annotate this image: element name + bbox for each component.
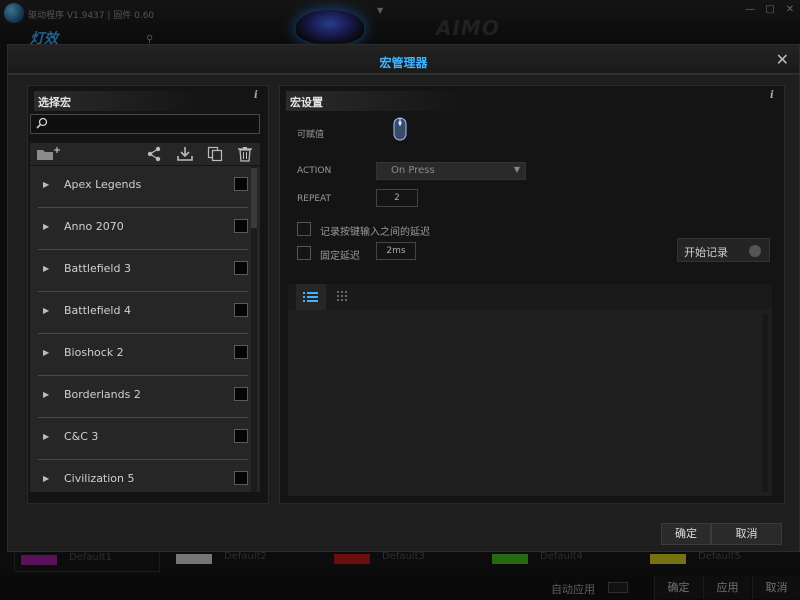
- macro-checkbox[interactable]: [234, 345, 248, 359]
- info-icon[interactable]: i: [254, 90, 258, 101]
- expand-arrow-icon[interactable]: ▶: [43, 180, 49, 189]
- chevron-down-icon: ▼: [513, 165, 520, 174]
- grid-view-tab[interactable]: [328, 284, 358, 310]
- macro-name: Civilization 5: [64, 472, 135, 485]
- macro-steps-area[interactable]: [288, 310, 772, 496]
- macro-checkbox[interactable]: [234, 261, 248, 275]
- list-view-icon: [303, 292, 318, 302]
- dialog-cancel-button[interactable]: 取消: [711, 523, 782, 545]
- macro-select-title: 选择宏: [34, 91, 204, 111]
- start-record-button[interactable]: 开始记录: [677, 238, 770, 262]
- macro-settings-title: 宏设置: [286, 91, 466, 111]
- macro-select-panel: 选择宏 i ▶ Apex Legends ▶ Anno 2070 ▶ Battl…: [27, 85, 269, 504]
- macro-list-toolbar: [30, 143, 260, 165]
- dialog-header: 宏管理器 ✕: [8, 45, 799, 75]
- macro-name: Battlefield 4: [64, 304, 131, 317]
- fixed-delay-label: 固定延迟: [320, 251, 360, 262]
- start-record-label: 开始记录: [684, 246, 728, 259]
- expand-arrow-icon[interactable]: ▶: [43, 348, 49, 357]
- macro-name: Battlefield 3: [64, 262, 131, 275]
- macro-checkbox[interactable]: [234, 303, 248, 317]
- info-icon[interactable]: i: [770, 90, 774, 101]
- macro-list-item[interactable]: ▶ Civilization 5: [38, 460, 248, 492]
- fixed-delay-input[interactable]: 2ms: [376, 242, 416, 260]
- editor-scrollbar[interactable]: [762, 314, 768, 492]
- list-view-tab[interactable]: [296, 284, 326, 310]
- action-select[interactable]: On Press ▼: [376, 162, 526, 180]
- macro-settings-panel: 宏设置 i 可赋值 ACTION On Press ▼ REPEAT 2 记录按…: [279, 85, 785, 504]
- macro-list-item[interactable]: ▶ Borderlands 2: [38, 376, 248, 418]
- action-label: ACTION: [297, 166, 332, 176]
- expand-arrow-icon[interactable]: ▶: [43, 432, 49, 441]
- trash-icon[interactable]: [237, 146, 253, 162]
- macro-checkbox[interactable]: [234, 387, 248, 401]
- expand-arrow-icon[interactable]: ▶: [43, 222, 49, 231]
- download-icon[interactable]: [177, 146, 193, 162]
- macro-search-input[interactable]: [30, 114, 260, 134]
- macro-checkbox[interactable]: [234, 219, 248, 233]
- macro-checkbox[interactable]: [234, 429, 248, 443]
- macro-editor: [288, 284, 772, 496]
- dialog-ok-button[interactable]: 确定: [661, 523, 711, 545]
- macro-list-item[interactable]: ▶ Battlefield 3: [38, 250, 248, 292]
- macro-name: Anno 2070: [64, 220, 124, 233]
- editor-view-tabs: [288, 284, 772, 310]
- macro-name: Borderlands 2: [64, 388, 141, 401]
- macro-checkbox[interactable]: [234, 471, 248, 485]
- assign-label: 可赋值: [297, 130, 325, 140]
- scroll-thumb[interactable]: [251, 168, 257, 228]
- repeat-label: REPEAT: [297, 194, 332, 204]
- macro-list-scrollbar[interactable]: [251, 166, 257, 492]
- macro-list: ▶ Apex Legends ▶ Anno 2070 ▶ Battlefield…: [30, 166, 260, 492]
- grid-view-icon: [337, 291, 347, 301]
- repeat-input[interactable]: 2: [376, 189, 418, 207]
- macro-list-item[interactable]: ▶ Anno 2070: [38, 208, 248, 250]
- macro-list-item[interactable]: ▶ Battlefield 4: [38, 292, 248, 334]
- macro-name: Bioshock 2: [64, 346, 124, 359]
- expand-arrow-icon[interactable]: ▶: [43, 306, 49, 315]
- copy-icon[interactable]: [207, 146, 223, 162]
- macro-list-item[interactable]: ▶ C&C 3: [38, 418, 248, 460]
- dialog-close-button[interactable]: ✕: [776, 50, 789, 69]
- fixed-delay-checkbox[interactable]: [297, 246, 311, 260]
- record-delay-checkbox[interactable]: [297, 222, 311, 236]
- action-value: On Press: [391, 165, 435, 176]
- expand-arrow-icon[interactable]: ▶: [43, 264, 49, 273]
- macro-name: Apex Legends: [64, 178, 142, 191]
- macro-name: C&C 3: [64, 430, 99, 443]
- record-delay-label: 记录按键输入之间的延迟: [320, 227, 430, 238]
- record-dot-icon: [749, 245, 761, 257]
- macro-manager-dialog: 宏管理器 ✕ 选择宏 i ▶ Apex Legends ▶ Anno 2070 …: [7, 44, 800, 552]
- expand-arrow-icon[interactable]: ▶: [43, 474, 49, 483]
- search-icon: [36, 117, 48, 129]
- mouse-icon[interactable]: [392, 117, 408, 141]
- macro-list-item[interactable]: ▶ Apex Legends: [38, 166, 248, 208]
- dialog-title: 宏管理器: [379, 56, 428, 70]
- macro-checkbox[interactable]: [234, 177, 248, 191]
- macro-list-item[interactable]: ▶ Bioshock 2: [38, 334, 248, 376]
- folder-add-icon[interactable]: [36, 146, 62, 162]
- expand-arrow-icon[interactable]: ▶: [43, 390, 49, 399]
- share-icon[interactable]: [146, 146, 162, 162]
